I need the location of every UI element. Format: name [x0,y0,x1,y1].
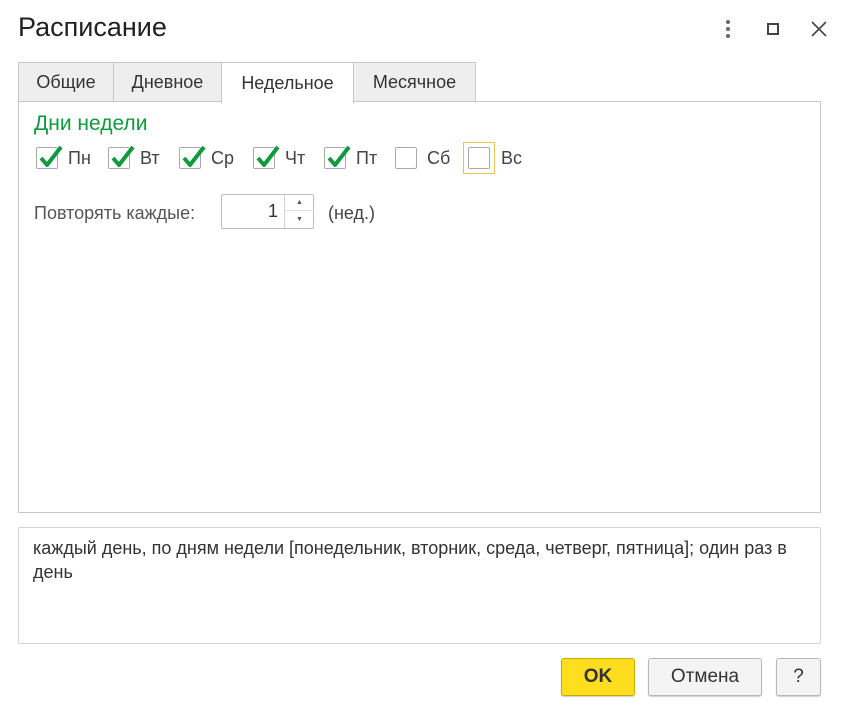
checkbox-focus-ring [463,142,495,174]
close-icon[interactable] [804,14,834,44]
spin-down-icon[interactable]: ▼ [284,211,314,228]
tab-general[interactable]: Общие [18,62,114,102]
day-label: Сб [427,147,451,168]
maximize-icon[interactable] [758,14,788,44]
tab-weekly[interactable]: Недельное [221,62,354,103]
tab-monthly[interactable]: Месячное [353,62,476,102]
help-button[interactable]: ? [776,658,821,696]
checkbox-checked-icon [108,145,135,169]
checkbox-checked-icon [36,145,63,169]
day-label: Вт [140,147,160,168]
repeat-label: Повторять каждые: [34,203,196,223]
day-checkbox-wed[interactable]: Ср [179,142,234,174]
tab-daily[interactable]: Дневное [113,62,222,102]
more-vertical-icon[interactable] [713,14,743,44]
day-checkbox-thu[interactable]: Чт [253,142,305,174]
day-label: Вс [501,147,523,168]
day-label: Чт [285,147,306,168]
day-label: Ср [211,147,235,168]
checkbox-checked-icon [324,145,351,169]
weekday-checkboxes: Пн Вт Ср Чт Пт Сб Вс [19,142,820,174]
group-title-weekdays: Дни недели [34,112,148,135]
day-checkbox-fri[interactable]: Пт [324,142,377,174]
repeat-unit: (нед.) [328,203,376,223]
repeat-stepper: ▲ ▼ [221,194,314,229]
checkbox-checked-icon [253,145,280,169]
schedule-summary: каждый день, по дням недели [понедельник… [18,527,821,644]
cancel-button[interactable]: Отмена [648,658,762,696]
window-title: Расписание [18,12,167,42]
day-label: Пт [356,147,378,168]
day-checkbox-sat[interactable]: Сб [395,142,450,174]
checkbox-unchecked-icon [395,147,417,169]
ok-button[interactable]: OK [561,658,635,696]
day-checkbox-mon[interactable]: Пн [36,142,91,174]
day-checkbox-sun[interactable]: Вс [463,142,522,174]
weekly-panel: Дни недели Пн Вт Ср Чт Пт Сб Вс Повторят… [18,101,821,513]
spin-up-icon[interactable]: ▲ [284,195,314,211]
checkbox-unchecked-icon [468,147,490,169]
day-checkbox-tue[interactable]: Вт [108,142,160,174]
checkbox-checked-icon [179,145,206,169]
day-label: Пн [68,147,91,168]
repeat-input[interactable] [222,195,284,228]
